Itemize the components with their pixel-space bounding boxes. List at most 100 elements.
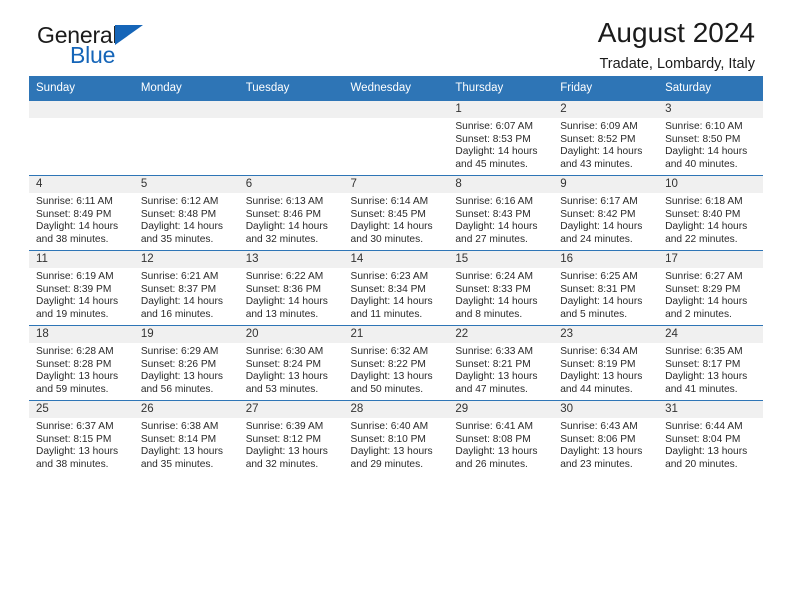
calendar-day-cell[interactable]: 22 Sunrise: 6:33 AM Sunset: 8:21 PM Dayligh… <box>448 325 554 401</box>
calendar-day-cell[interactable]: 30 Sunrise: 6:43 AM Sunset: 8:06 PM Dayligh… <box>553 400 659 475</box>
day-number: 12 <box>133 251 239 268</box>
daylight-text-line1: Daylight: 14 hours <box>36 221 119 233</box>
day-number <box>343 101 449 118</box>
daylight-text-line2: and 44 minutes. <box>560 383 633 395</box>
daylight-text-line1: Daylight: 14 hours <box>455 296 538 308</box>
sunrise-text: Sunrise: 6:37 AM <box>36 421 114 432</box>
calendar-day-cell[interactable]: 17 Sunrise: 6:27 AM Sunset: 8:29 PM Dayligh… <box>658 250 763 326</box>
daylight-text-line2: and 35 minutes. <box>140 233 214 245</box>
day-details: Sunrise: 6:09 AM Sunset: 8:52 PM Daylight:… <box>553 118 658 171</box>
daylight-text-line1: Daylight: 13 hours <box>245 371 328 383</box>
sunset-text: Sunset: 8:45 PM <box>350 208 426 220</box>
sunset-text: Sunset: 8:31 PM <box>560 283 636 295</box>
daylight-text-line2: and 19 minutes. <box>36 308 109 320</box>
day-details: Sunrise: 6:23 AM Sunset: 8:34 PM Daylight:… <box>344 268 449 321</box>
sunset-text: Sunset: 8:40 PM <box>665 208 741 220</box>
sunrise-text: Sunrise: 6:23 AM <box>350 271 429 282</box>
calendar-day-cell[interactable]: 25 Sunrise: 6:37 AM Sunset: 8:15 PM Dayligh… <box>29 400 134 475</box>
calendar-day-cell[interactable]: 16 Sunrise: 6:25 AM Sunset: 8:31 PM Dayligh… <box>553 250 659 326</box>
day-details: Sunrise: 6:16 AM Sunset: 8:43 PM Daylight:… <box>448 193 553 246</box>
calendar-day-cell[interactable]: 15 Sunrise: 6:24 AM Sunset: 8:33 PM Dayligh… <box>448 250 554 326</box>
calendar-day-cell[interactable]: 27 Sunrise: 6:39 AM Sunset: 8:12 PM Dayligh… <box>238 400 344 475</box>
day-details: Sunrise: 6:43 AM Sunset: 8:06 PM Daylight:… <box>553 418 658 471</box>
calendar-day-cell[interactable]: 3 Sunrise: 6:10 AM Sunset: 8:50 PM Daylight… <box>658 100 763 176</box>
calendar-day-cell[interactable]: 29 Sunrise: 6:41 AM Sunset: 8:08 PM Dayligh… <box>448 400 554 475</box>
day-number <box>29 101 134 118</box>
sunset-text: Sunset: 8:33 PM <box>455 283 531 295</box>
page-title: August 2024 <box>597 17 755 48</box>
brand-triangle-icon <box>115 25 143 45</box>
calendar-day-cell[interactable]: 10 Sunrise: 6:18 AM Sunset: 8:40 PM Dayligh… <box>658 175 763 251</box>
calendar-day-cell[interactable]: 23 Sunrise: 6:34 AM Sunset: 8:19 PM Dayligh… <box>553 325 659 401</box>
calendar-day-cell[interactable]: 12 Sunrise: 6:21 AM Sunset: 8:37 PM Dayligh… <box>133 250 239 326</box>
daylight-text-line1: Daylight: 14 hours <box>665 221 748 233</box>
calendar-day-cell[interactable]: 21 Sunrise: 6:32 AM Sunset: 8:22 PM Dayligh… <box>343 325 449 401</box>
sunset-text: Sunset: 8:49 PM <box>36 208 112 220</box>
day-number: 5 <box>133 176 239 193</box>
sunrise-text: Sunrise: 6:24 AM <box>455 271 533 282</box>
calendar-day-cell[interactable]: 11 Sunrise: 6:19 AM Sunset: 8:39 PM Dayligh… <box>29 250 134 326</box>
calendar-day-cell[interactable]: 24 Sunrise: 6:35 AM Sunset: 8:17 PM Dayligh… <box>658 325 763 401</box>
calendar-week-row: 18 Sunrise: 6:28 AM Sunset: 8:28 PM Dayligh… <box>29 325 763 401</box>
daylight-text-line1: Daylight: 14 hours <box>350 296 433 308</box>
day-details: Sunrise: 6:38 AM Sunset: 8:14 PM Daylight:… <box>134 418 239 471</box>
sunrise-text: Sunrise: 6:18 AM <box>665 196 743 207</box>
daylight-text-line1: Daylight: 13 hours <box>665 371 748 383</box>
daylight-text-line2: and 45 minutes. <box>455 158 528 170</box>
day-number: 26 <box>133 401 239 418</box>
sunset-text: Sunset: 8:48 PM <box>140 208 217 220</box>
sunrise-text: Sunrise: 6:21 AM <box>140 271 219 282</box>
sunrise-text: Sunrise: 6:33 AM <box>455 346 533 357</box>
sunrise-text: Sunrise: 6:28 AM <box>36 346 114 357</box>
day-details: Sunrise: 6:33 AM Sunset: 8:21 PM Daylight:… <box>448 343 553 396</box>
daylight-text-line1: Daylight: 14 hours <box>36 296 119 308</box>
page-header: General Blue August 2024 Tradate, Lombar… <box>29 0 763 76</box>
day-number: 9 <box>553 176 659 193</box>
sunset-text: Sunset: 8:36 PM <box>245 283 322 295</box>
day-details: Sunrise: 6:21 AM Sunset: 8:37 PM Daylight:… <box>134 268 239 321</box>
day-number: 15 <box>448 251 554 268</box>
daylight-text-line2: and 2 minutes. <box>665 308 732 320</box>
daylight-text-line1: Daylight: 13 hours <box>350 371 433 383</box>
calendar-day-cell[interactable]: 31 Sunrise: 6:44 AM Sunset: 8:04 PM Dayligh… <box>658 400 763 475</box>
day-details: Sunrise: 6:13 AM Sunset: 8:46 PM Daylight:… <box>239 193 344 246</box>
calendar-day-cell[interactable]: 9 Sunrise: 6:17 AM Sunset: 8:42 PM Daylight… <box>553 175 659 251</box>
daylight-text-line2: and 23 minutes. <box>560 458 633 470</box>
sunrise-text: Sunrise: 6:10 AM <box>665 121 743 132</box>
calendar-day-cell[interactable]: 8 Sunrise: 6:16 AM Sunset: 8:43 PM Daylight… <box>448 175 554 251</box>
calendar-day-cell[interactable]: 2 Sunrise: 6:09 AM Sunset: 8:52 PM Daylight… <box>553 100 659 176</box>
daylight-text-line2: and 56 minutes. <box>140 383 214 395</box>
calendar-day-cell[interactable]: 13 Sunrise: 6:22 AM Sunset: 8:36 PM Dayligh… <box>238 250 344 326</box>
brand-logo[interactable]: General Blue <box>37 22 237 74</box>
day-details: Sunrise: 6:14 AM Sunset: 8:45 PM Daylight:… <box>344 193 449 246</box>
day-number: 18 <box>29 326 134 343</box>
daylight-text-line1: Daylight: 13 hours <box>140 446 223 458</box>
daylight-text-line2: and 11 minutes. <box>350 308 423 320</box>
day-number: 23 <box>553 326 659 343</box>
calendar-day-cell[interactable]: 18 Sunrise: 6:28 AM Sunset: 8:28 PM Dayligh… <box>29 325 134 401</box>
calendar-day-cell[interactable]: 5 Sunrise: 6:12 AM Sunset: 8:48 PM Daylight… <box>133 175 239 251</box>
calendar-week-row: 11 Sunrise: 6:19 AM Sunset: 8:39 PM Dayligh… <box>29 250 763 326</box>
sunset-text: Sunset: 8:43 PM <box>455 208 531 220</box>
day-number: 16 <box>553 251 659 268</box>
sunrise-text: Sunrise: 6:16 AM <box>455 196 533 207</box>
calendar-day-cell[interactable]: 1 Sunrise: 6:07 AM Sunset: 8:53 PM Daylight… <box>448 100 554 176</box>
calendar-day-cell[interactable]: 26 Sunrise: 6:38 AM Sunset: 8:14 PM Dayligh… <box>133 400 239 475</box>
weekday-header-friday: Friday <box>553 76 659 101</box>
sunset-text: Sunset: 8:46 PM <box>245 208 322 220</box>
calendar-day-cell[interactable]: 7 Sunrise: 6:14 AM Sunset: 8:45 PM Daylight… <box>343 175 449 251</box>
day-number: 11 <box>29 251 134 268</box>
calendar-day-cell[interactable]: 4 Sunrise: 6:11 AM Sunset: 8:49 PM Daylight… <box>29 175 134 251</box>
sunset-text: Sunset: 8:26 PM <box>140 358 217 370</box>
calendar-day-cell[interactable]: 28 Sunrise: 6:40 AM Sunset: 8:10 PM Dayligh… <box>343 400 449 475</box>
day-details: Sunrise: 6:07 AM Sunset: 8:53 PM Daylight:… <box>448 118 553 171</box>
daylight-text-line2: and 59 minutes. <box>36 383 109 395</box>
day-details: Sunrise: 6:39 AM Sunset: 8:12 PM Daylight:… <box>239 418 344 471</box>
calendar-day-cell[interactable]: 20 Sunrise: 6:30 AM Sunset: 8:24 PM Dayligh… <box>238 325 344 401</box>
calendar-day-cell[interactable]: 14 Sunrise: 6:23 AM Sunset: 8:34 PM Dayligh… <box>343 250 449 326</box>
calendar-day-cell[interactable]: 6 Sunrise: 6:13 AM Sunset: 8:46 PM Daylight… <box>238 175 344 251</box>
day-details: Sunrise: 6:34 AM Sunset: 8:19 PM Daylight:… <box>553 343 658 396</box>
daylight-text-line1: Daylight: 13 hours <box>245 446 328 458</box>
daylight-text-line2: and 38 minutes. <box>36 233 109 245</box>
calendar-day-cell[interactable]: 19 Sunrise: 6:29 AM Sunset: 8:26 PM Dayligh… <box>133 325 239 401</box>
